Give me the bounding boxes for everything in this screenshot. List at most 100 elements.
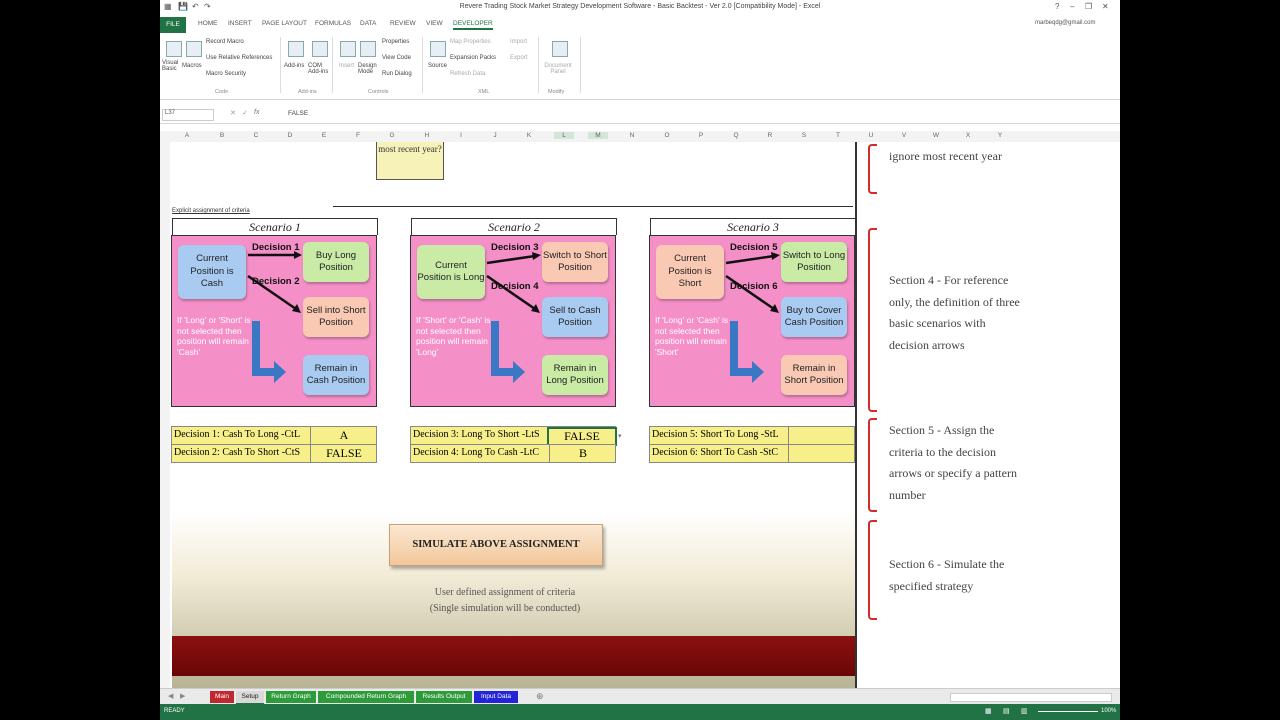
help-icon[interactable]: ?: [1055, 2, 1059, 11]
column-header[interactable]: C: [246, 132, 266, 139]
cancel-icon[interactable]: ✕: [230, 109, 236, 117]
name-box[interactable]: L37: [162, 109, 214, 121]
xml-source-button[interactable]: Source: [428, 63, 447, 69]
column-header[interactable]: I: [451, 132, 471, 139]
record-macro-button[interactable]: Record Macro: [206, 39, 244, 45]
decision-2-cell[interactable]: FALSE: [310, 445, 377, 462]
worksheet-grid[interactable]: most recent year? Explicit assignment of…: [170, 142, 1120, 688]
sheet-tab-input-data[interactable]: Input Data: [474, 691, 518, 703]
tab-home[interactable]: HOME: [198, 20, 218, 27]
design-mode-button[interactable]: Design Mode: [358, 63, 378, 75]
column-header[interactable]: U: [861, 132, 881, 139]
column-header[interactable]: Y: [990, 132, 1010, 139]
addins-group-label: Add-ins: [298, 89, 317, 95]
page-break-view-icon[interactable]: ▥: [1021, 707, 1028, 715]
restore-icon[interactable]: ❐: [1085, 2, 1092, 11]
page-layout-view-icon[interactable]: ▤: [1003, 707, 1010, 715]
tab-page-layout[interactable]: PAGE LAYOUT: [262, 20, 307, 27]
import-button[interactable]: Import: [510, 39, 527, 45]
modify-group-label: Modify: [548, 89, 565, 95]
enter-icon[interactable]: ✓: [242, 109, 248, 117]
section-bracket: [868, 418, 877, 512]
horizontal-scrollbar[interactable]: [950, 693, 1112, 702]
dropdown-arrow-icon[interactable]: ▾: [618, 432, 622, 440]
column-header[interactable]: S: [794, 132, 814, 139]
sheet-tab-compounded-return-graph[interactable]: Compounded Return Graph: [318, 691, 414, 703]
run-dialog-button[interactable]: Run Dialog: [382, 71, 412, 77]
column-header[interactable]: H: [417, 132, 437, 139]
expansion-packs-button[interactable]: Expansion Packs: [450, 55, 496, 61]
refresh-data-button[interactable]: Refresh Data: [450, 71, 485, 77]
scroll-right-icon[interactable]: ▶: [180, 692, 185, 700]
column-header[interactable]: J: [485, 132, 505, 139]
column-header[interactable]: W: [926, 132, 946, 139]
document-panel-button[interactable]: Document Panel: [543, 63, 573, 75]
column-header[interactable]: X: [958, 132, 978, 139]
close-icon[interactable]: ✕: [1102, 2, 1109, 11]
column-header[interactable]: B: [212, 132, 232, 139]
decision-5-cell[interactable]: [788, 427, 855, 444]
column-header[interactable]: Q: [726, 132, 746, 139]
column-header[interactable]: D: [280, 132, 300, 139]
visual-basic-icon[interactable]: [166, 41, 182, 57]
com-addins-icon[interactable]: [312, 41, 328, 57]
column-header[interactable]: F: [348, 132, 368, 139]
tab-data[interactable]: DATA: [360, 20, 376, 27]
document-panel-icon[interactable]: [552, 41, 568, 57]
macros-icon[interactable]: [186, 41, 202, 57]
scroll-left-icon[interactable]: ◀: [168, 692, 173, 700]
column-header[interactable]: R: [760, 132, 780, 139]
zoom-level[interactable]: 100%: [1101, 708, 1116, 714]
map-properties-button[interactable]: Map Properties: [450, 39, 491, 45]
zoom-slider[interactable]: [1038, 711, 1098, 712]
column-header[interactable]: G: [382, 132, 402, 139]
column-header[interactable]: M: [588, 132, 608, 139]
normal-view-icon[interactable]: ▦: [985, 707, 992, 715]
addins-icon[interactable]: [288, 41, 304, 57]
column-header[interactable]: E: [314, 132, 334, 139]
scenario-1-title: Scenario 1: [172, 218, 378, 235]
function-icon[interactable]: fx: [254, 109, 259, 116]
decision-1-cell[interactable]: A: [310, 427, 377, 444]
simulate-button[interactable]: SIMULATE ABOVE ASSIGNMENT: [389, 524, 603, 566]
tab-insert[interactable]: INSERT: [228, 20, 252, 27]
minimize-icon[interactable]: –: [1070, 2, 1074, 11]
group-separator: [422, 37, 423, 93]
insert-control-icon[interactable]: [340, 41, 356, 57]
sheet-tab-return-graph[interactable]: Return Graph: [266, 691, 316, 703]
sheet-tab-main[interactable]: Main: [210, 691, 234, 703]
tab-developer[interactable]: DEVELOPER: [453, 20, 493, 30]
tab-formulas[interactable]: FORMULAS: [315, 20, 351, 27]
tab-file[interactable]: FILE: [160, 17, 186, 33]
addins-button[interactable]: Add-ins: [284, 63, 304, 69]
design-mode-icon[interactable]: [360, 41, 376, 57]
column-header[interactable]: O: [657, 132, 677, 139]
macro-security-button[interactable]: Macro Security: [206, 71, 246, 77]
column-header[interactable]: V: [894, 132, 914, 139]
column-header[interactable]: L: [554, 132, 574, 139]
decision-row-label: Decision 3: Long To Short -LtS: [413, 429, 540, 440]
macros-button[interactable]: Macros: [182, 63, 202, 69]
view-code-button[interactable]: View Code: [382, 55, 411, 61]
tab-review[interactable]: REVIEW: [390, 20, 416, 27]
tab-view[interactable]: VIEW: [426, 20, 443, 27]
relative-references-button[interactable]: Use Relative References: [206, 55, 272, 61]
column-header[interactable]: N: [622, 132, 642, 139]
column-header[interactable]: A: [177, 132, 197, 139]
insert-control-button[interactable]: Insert: [339, 63, 354, 69]
decision-6-cell[interactable]: [788, 445, 855, 462]
column-header[interactable]: K: [519, 132, 539, 139]
sheet-tab-setup[interactable]: Setup: [236, 691, 264, 705]
visual-basic-button[interactable]: Visual Basic: [162, 60, 184, 72]
column-header[interactable]: T: [828, 132, 848, 139]
properties-button[interactable]: Properties: [382, 39, 409, 45]
sheet-tab-results-output[interactable]: Results Output: [416, 691, 472, 703]
new-sheet-icon[interactable]: ⊕: [536, 691, 544, 702]
com-addins-button[interactable]: COM Add-ins: [308, 63, 330, 75]
column-header[interactable]: P: [691, 132, 711, 139]
xml-source-icon[interactable]: [430, 41, 446, 57]
user-account[interactable]: marbeqdg@gmail.com: [1035, 20, 1095, 26]
export-button[interactable]: Export: [510, 55, 527, 61]
formula-input[interactable]: FALSE: [288, 110, 308, 117]
decision-4-cell[interactable]: B: [549, 445, 616, 462]
